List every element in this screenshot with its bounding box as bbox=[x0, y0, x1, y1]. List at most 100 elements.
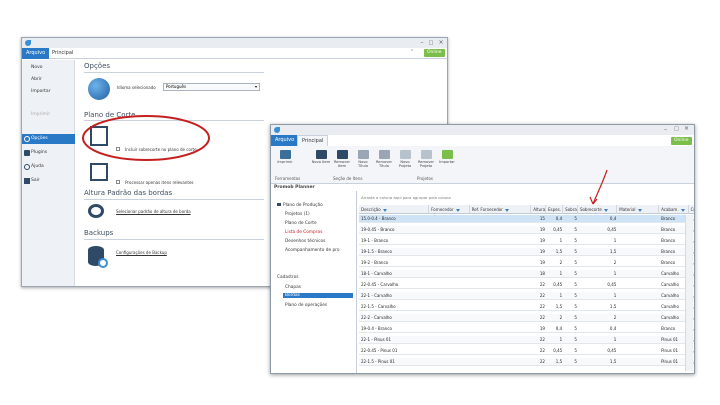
tree-node-lista-compras[interactable]: Lista de Compras bbox=[285, 230, 322, 235]
import-button[interactable]: Importar bbox=[437, 150, 457, 164]
column-header-label: Sobra bbox=[565, 207, 577, 212]
table-cell: Pinus 01 bbox=[661, 337, 679, 342]
table-cell: 19 bbox=[539, 326, 545, 331]
ribbon-group-projects: Projetos bbox=[417, 176, 434, 181]
tree-node-desenhos[interactable]: Desenhos técnicos bbox=[285, 239, 325, 244]
chevron-up-icon[interactable]: ⌃ bbox=[410, 49, 414, 55]
table-cell: 0,45 bbox=[553, 282, 563, 287]
tree-node-bordas[interactable]: Bordas bbox=[283, 293, 353, 298]
tree-node-projetos[interactable]: Projetos (1) bbox=[285, 212, 310, 217]
table-cell: Pinus 01 bbox=[661, 359, 679, 364]
column-header-label: Ref. Fornecedor bbox=[471, 207, 503, 212]
tab-arquivo[interactable]: Arquivo bbox=[271, 135, 299, 146]
column-header[interactable]: Altura bbox=[531, 205, 546, 214]
sidebar-item-label: Novo bbox=[31, 65, 43, 70]
table-row[interactable]: 19-0.4 - Branco190,450,4Branco0,00 bbox=[359, 325, 694, 334]
filter-icon[interactable] bbox=[382, 208, 387, 212]
backups-link[interactable]: Configurações de Backup bbox=[116, 250, 167, 255]
online-button[interactable]: Online bbox=[671, 137, 692, 145]
table-cell: 5 bbox=[574, 304, 577, 309]
column-header[interactable]: Sobra bbox=[563, 205, 578, 214]
table-cell: 5 bbox=[574, 227, 577, 232]
table-row[interactable]: 19-2 - Branco19252Branco0,00 bbox=[359, 259, 694, 268]
tree-node-acompanhamento[interactable]: Acompanhamento de pro bbox=[285, 248, 339, 253]
table-row[interactable]: 18-1 - Carvalho18151Carvalho0,00 bbox=[359, 270, 694, 279]
table-cell: 0,4 bbox=[555, 326, 563, 331]
sidebar-item-plugins[interactable]: Plugins bbox=[22, 148, 75, 158]
sidebar-item-opcoes[interactable]: Opções bbox=[22, 134, 75, 144]
ribbon-group-items: Seção de Itens bbox=[333, 176, 363, 181]
column-header[interactable]: Acabam. bbox=[659, 205, 689, 214]
tab-principal[interactable]: Principal bbox=[48, 48, 77, 59]
tree-node-cadastros[interactable]: Cadastros bbox=[277, 275, 298, 280]
table-row[interactable]: 22-0.45 - Carvalho220,4550,45Carvalho0,0… bbox=[359, 281, 694, 290]
close-button[interactable]: × bbox=[437, 39, 445, 47]
navigation-tree: Plano de Produção Projetos (1) Plano de … bbox=[271, 191, 357, 373]
tree-node-label: Plano de operações bbox=[285, 303, 328, 308]
filter-icon[interactable] bbox=[455, 208, 460, 212]
remove-item-button[interactable]: Remover Item bbox=[332, 150, 352, 168]
globe-icon bbox=[88, 78, 110, 100]
online-button[interactable]: Online bbox=[424, 49, 445, 57]
close-button[interactable]: × bbox=[684, 125, 689, 132]
table-cell: 22-2 - Carvalho bbox=[361, 315, 392, 320]
vertical-scrollbar[interactable] bbox=[685, 215, 693, 371]
tree-node-plano-producao[interactable]: Plano de Produção bbox=[277, 203, 323, 208]
table-row[interactable]: 22-1 - Carvalho22151Carvalho0,00 bbox=[359, 292, 694, 301]
column-header[interactable]: Descrição bbox=[359, 205, 430, 214]
column-header[interactable]: Material bbox=[617, 205, 660, 214]
print-button[interactable]: Imprimir bbox=[275, 150, 295, 164]
remove-project-button[interactable]: Remover Projeto bbox=[416, 150, 436, 168]
new-item-label: Novo Item bbox=[311, 160, 331, 164]
edge-height-link[interactable]: Selecionar padrão de altura de borda bbox=[116, 209, 191, 214]
filter-icon[interactable] bbox=[637, 208, 642, 212]
column-header[interactable]: Espes. bbox=[545, 205, 564, 214]
process-relevant-checkbox[interactable]: Processar apenas itens relevantes bbox=[116, 169, 194, 188]
ribbon-tabs: Arquivo Principal Online bbox=[271, 135, 694, 147]
column-header[interactable]: Fornecedor bbox=[429, 205, 470, 214]
tree-node-plano-corte[interactable]: Plano de Corte bbox=[285, 221, 317, 226]
table-row[interactable]: 22-1.5 - Carvalho221,551,5Carvalho0,00 bbox=[359, 303, 694, 312]
remove-title-button[interactable]: Remover Título bbox=[374, 150, 394, 168]
table-cell: Carvalho bbox=[661, 282, 679, 287]
tree-title: Promob Planner bbox=[274, 185, 315, 190]
sidebar-item-label: Plugins bbox=[31, 150, 48, 155]
backstage-sidebar: Novo Abrir Importar Imprimir Opções Plug… bbox=[22, 60, 75, 286]
maximize-button[interactable]: □ bbox=[674, 126, 679, 132]
maximize-button[interactable]: □ bbox=[427, 39, 435, 47]
minimize-button[interactable]: – bbox=[664, 126, 667, 133]
table-cell: 22 bbox=[539, 282, 545, 287]
filter-icon[interactable] bbox=[680, 208, 685, 212]
sidebar-item-imprimir[interactable]: Imprimir bbox=[22, 110, 75, 120]
table-cell: Branco bbox=[661, 326, 676, 331]
table-row[interactable]: 15.0-0.4 - Branco150,450,4Branco0,00 bbox=[359, 215, 694, 224]
table-row[interactable]: 22-1 - Pinus 0122151Pinus 010,00 bbox=[359, 336, 694, 345]
sidebar-item-novo[interactable]: Novo bbox=[22, 63, 75, 73]
new-item-button[interactable]: Novo Item bbox=[311, 150, 331, 164]
tree-node-chapas[interactable]: Chapas bbox=[285, 285, 301, 290]
table-row[interactable]: 19-1.5 - Branco191,551,5Branco0,00 bbox=[359, 248, 694, 257]
table-row[interactable]: 22-2 - Carvalho22252Carvalho0,00 bbox=[359, 314, 694, 323]
tree-node-plano-operacoes[interactable]: Plano de operações bbox=[285, 303, 327, 308]
new-title-button[interactable]: Novo Título bbox=[353, 150, 373, 168]
sidebar-item-abrir[interactable]: Abrir bbox=[22, 75, 75, 85]
column-header[interactable]: Ref. Fornecedor bbox=[469, 205, 532, 214]
table-cell: 15 bbox=[539, 216, 545, 221]
new-project-button[interactable]: Novo Projeto bbox=[395, 150, 415, 168]
tab-arquivo[interactable]: Arquivo bbox=[22, 48, 50, 59]
column-header[interactable]: Cus bbox=[688, 205, 694, 214]
table-row[interactable]: 22-0.45 - Pinus 01220,4550,45Pinus 010,0… bbox=[359, 347, 694, 356]
table-row[interactable]: 19-1 - Branco19151Branco0,00 bbox=[359, 237, 694, 246]
sidebar-item-sair[interactable]: Sair bbox=[22, 176, 75, 186]
sidebar-item-ajuda[interactable]: Ajuda bbox=[22, 162, 75, 172]
minimize-button[interactable]: – bbox=[418, 39, 426, 47]
language-select[interactable]: Português ▾ bbox=[163, 83, 260, 91]
sidebar-item-importar[interactable]: Importar bbox=[22, 87, 75, 97]
table-row[interactable]: 19-0.45 - Branco190,4550,45Branco0,00 bbox=[359, 226, 694, 235]
column-header-label: Fornecedor bbox=[431, 207, 454, 212]
table-cell: 1,5 bbox=[555, 359, 563, 364]
table-row[interactable]: 22-1.5 - Pinus 01221,551,5Pinus 010,00 bbox=[359, 358, 694, 367]
filter-icon[interactable] bbox=[504, 208, 509, 212]
table-cell: 22 bbox=[539, 304, 545, 309]
help-icon bbox=[24, 164, 30, 170]
